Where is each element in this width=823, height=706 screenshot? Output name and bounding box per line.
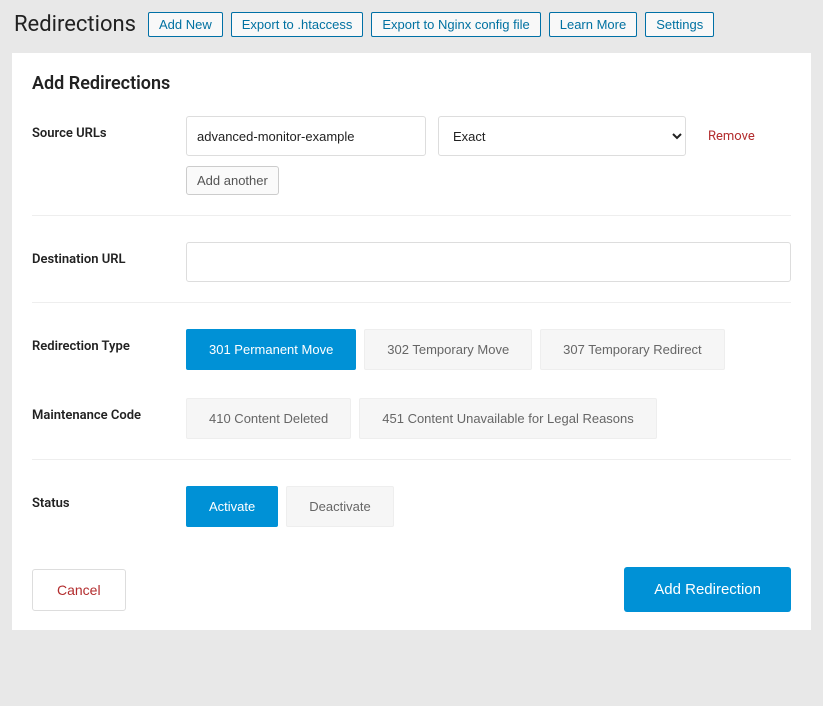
maintenance-451-button[interactable]: 451 Content Unavailable for Legal Reason… xyxy=(359,398,657,439)
maintenance-code-label: Maintenance Code xyxy=(32,398,186,423)
page-title: Redirections xyxy=(14,12,136,37)
match-type-select[interactable]: Exact xyxy=(438,116,686,156)
redirection-301-button[interactable]: 301 Permanent Move xyxy=(186,329,356,370)
export-htaccess-button[interactable]: Export to .htaccess xyxy=(231,12,364,37)
source-url-input[interactable] xyxy=(186,116,426,156)
divider xyxy=(32,215,791,216)
redirection-type-label: Redirection Type xyxy=(32,329,186,354)
remove-link[interactable]: Remove xyxy=(708,129,755,144)
status-label: Status xyxy=(32,486,186,511)
add-redirection-button[interactable]: Add Redirection xyxy=(624,567,791,612)
footer-row: Cancel Add Redirection xyxy=(32,567,791,612)
redirection-307-button[interactable]: 307 Temporary Redirect xyxy=(540,329,725,370)
redirection-302-button[interactable]: 302 Temporary Move xyxy=(364,329,532,370)
add-redirections-panel: Add Redirections Source URLs Exact Remov… xyxy=(12,53,811,630)
learn-more-button[interactable]: Learn More xyxy=(549,12,637,37)
divider xyxy=(32,302,791,303)
cancel-button[interactable]: Cancel xyxy=(32,569,126,611)
status-deactivate-button[interactable]: Deactivate xyxy=(286,486,393,527)
status-activate-button[interactable]: Activate xyxy=(186,486,278,527)
destination-url-label: Destination URL xyxy=(32,242,186,267)
divider xyxy=(32,459,791,460)
source-urls-row: Source URLs Exact Remove Add another xyxy=(32,116,791,195)
settings-button[interactable]: Settings xyxy=(645,12,714,37)
add-new-button[interactable]: Add New xyxy=(148,12,223,37)
status-row: Status Activate Deactivate xyxy=(32,486,791,527)
destination-url-input[interactable] xyxy=(186,242,791,282)
destination-url-row: Destination URL xyxy=(32,242,791,282)
panel-title: Add Redirections xyxy=(32,73,791,94)
export-nginx-button[interactable]: Export to Nginx config file xyxy=(371,12,540,37)
redirection-type-row: Redirection Type 301 Permanent Move 302 … xyxy=(32,329,791,370)
maintenance-410-button[interactable]: 410 Content Deleted xyxy=(186,398,351,439)
source-urls-label: Source URLs xyxy=(32,116,186,141)
maintenance-code-row: Maintenance Code 410 Content Deleted 451… xyxy=(32,398,791,439)
add-another-button[interactable]: Add another xyxy=(186,166,279,195)
